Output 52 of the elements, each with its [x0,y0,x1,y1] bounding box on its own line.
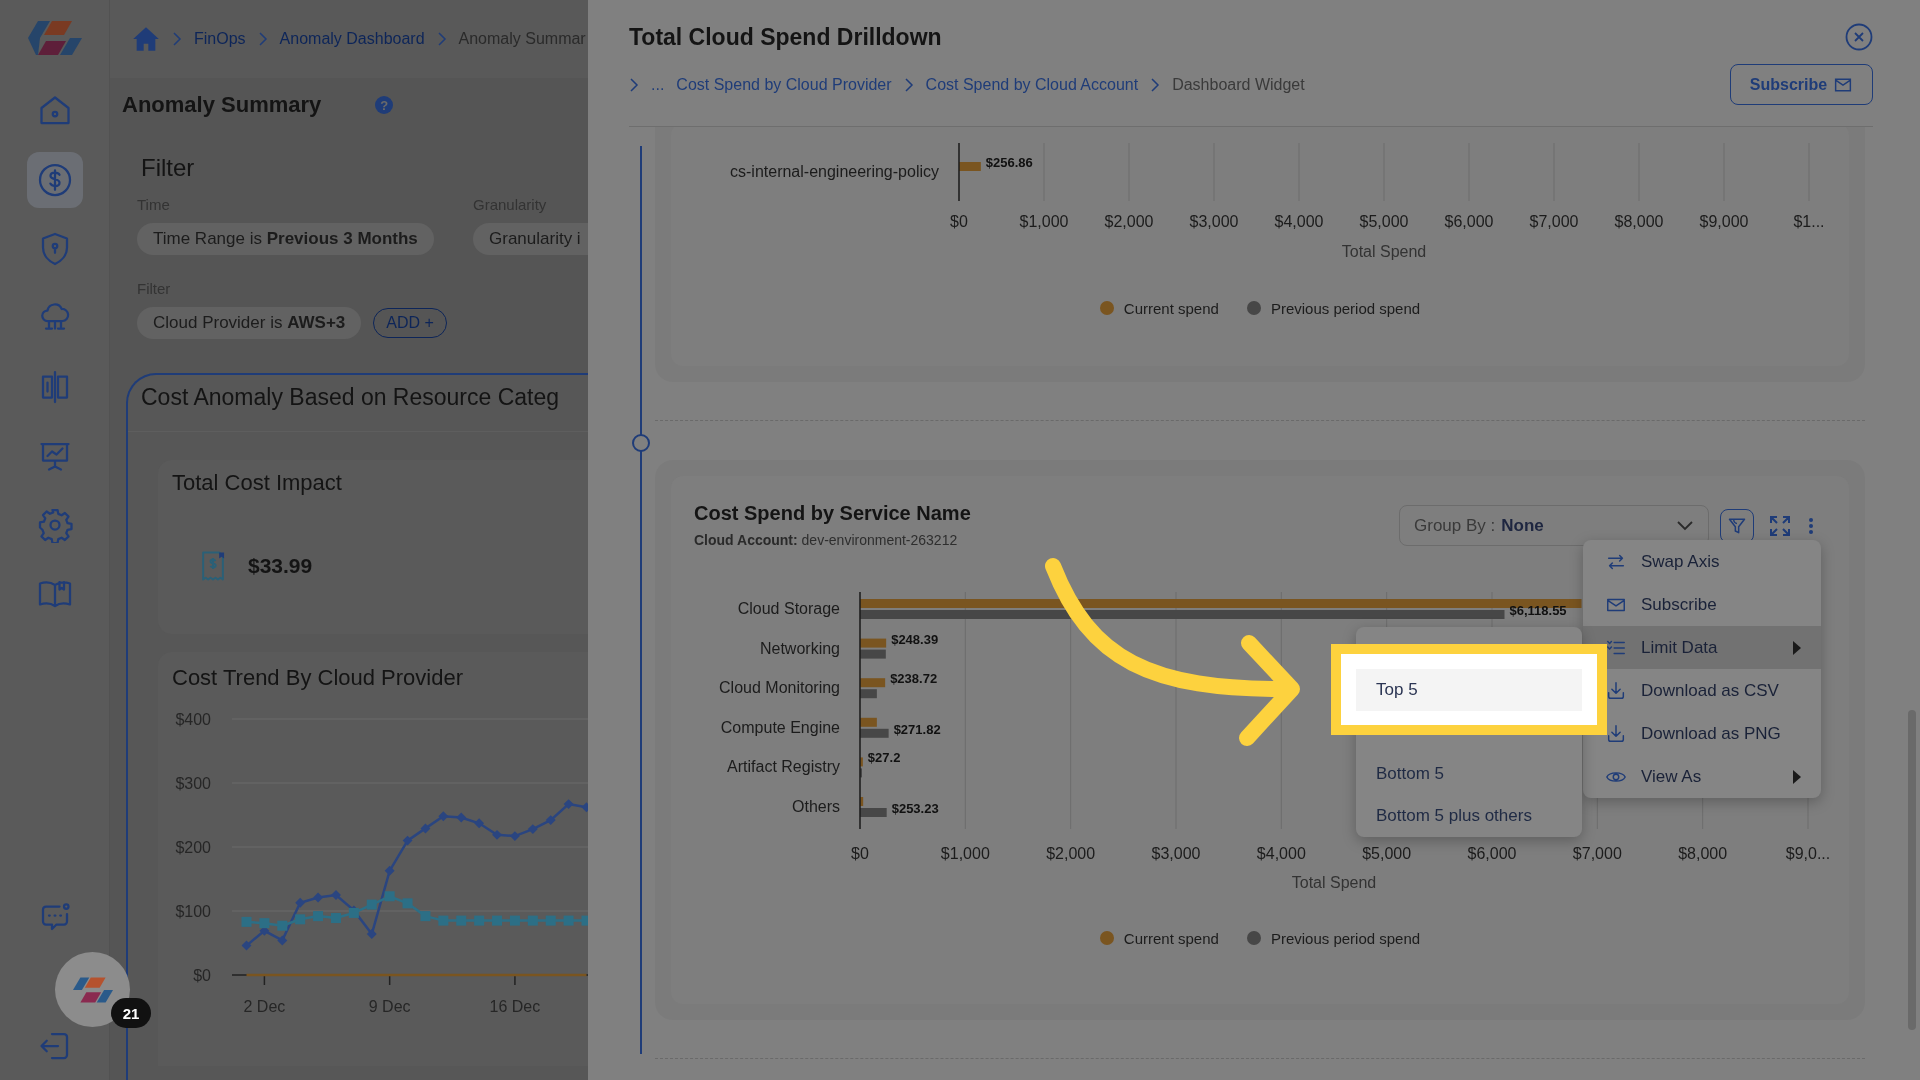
tick-label: $7,000 [1572,845,1622,862]
category-label: Compute Engine [720,718,840,736]
tick-label: $9,0... [1785,845,1831,862]
tick-label: $2,000 [1104,213,1154,230]
select-label: Group By : [1414,515,1496,536]
widget-title: Cost Spend by Service Name [694,501,971,525]
select-value: None [1501,515,1545,536]
tick-label: $1,000 [1019,213,1069,230]
widget-subtitle: Cloud Account: dev-environment-263212 [694,531,959,549]
tick-label: $4,000 [1274,213,1324,230]
tick-label: $2,000 [1046,845,1096,862]
tick-label: $4,000 [1256,845,1306,862]
tick-label: $7,000 [1529,213,1579,230]
tick-label: $3,000 [1189,213,1239,230]
tick-label: $8,000 [1678,845,1728,862]
tick-label: $8,000 [1614,213,1664,230]
axis-title: Total Spend [1291,874,1377,891]
axis-title: Total Spend [1341,243,1427,260]
value-label: $238.72 [890,671,938,687]
menu-label: Limit Data [1641,637,1719,658]
tick-label: $6,000 [1467,845,1517,862]
category-label: Artifact Registry [727,758,840,776]
impact-value: $33.99 [248,554,313,578]
card-title: Total Cost Impact [172,471,343,495]
menu-label: Download as PNG [1641,723,1782,744]
tick-label: $1... [1793,213,1825,230]
menu-label: View As [1641,766,1703,787]
tick-label: $3,000 [1151,845,1201,862]
menu-label: Swap Axis [1641,551,1721,572]
page-title: Anomaly Summary [122,92,322,118]
section-title: Filter [140,154,196,182]
tick-label: $5,000 [1359,213,1409,230]
tick-label: $0 [950,213,968,230]
value-label: $256.86 [985,155,1033,170]
category-label: Others [792,798,840,815]
category-label: Cloud Storage [737,600,840,617]
tick-label: $0 [851,845,869,862]
category-label: Networking [759,639,840,657]
tick-label: $6,000 [1444,213,1494,230]
tick-label: $1,000 [940,845,990,862]
value-label: $271.82 [893,721,941,737]
tick-label: $9,000 [1699,213,1749,230]
value-label: $253.23 [891,801,939,816]
card-title: Cost Trend By Cloud Provider [172,666,465,690]
tick-label: $5,000 [1362,845,1412,862]
category-label: cs-internal-engineering-policy [730,163,939,180]
menu-label: Subscribe [1641,594,1718,615]
value-label: $248.39 [891,631,939,647]
value-label: $27.2 [867,750,901,766]
drawer-title: Total Cloud Spend Drilldown [629,23,942,51]
category-label: Cloud Monitoring [719,679,840,697]
menu-label: Download as CSV [1641,680,1780,701]
